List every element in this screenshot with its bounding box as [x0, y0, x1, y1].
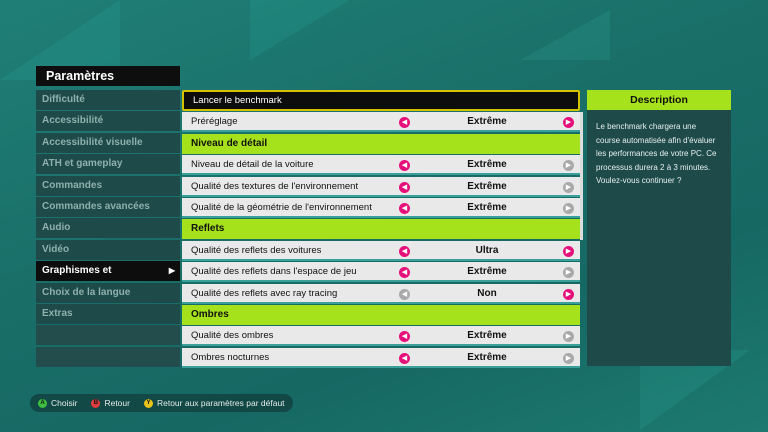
- setting-row[interactable]: Qualité des ombres ◀ Extrême ▶: [182, 326, 580, 347]
- arrow-right-icon[interactable]: ▶: [563, 267, 574, 279]
- setting-label: Ombres nocturnes: [191, 351, 270, 363]
- arrow-left-icon[interactable]: ◀: [399, 331, 410, 343]
- arrow-left-icon[interactable]: ◀: [399, 181, 410, 193]
- setting-value: Extrême: [467, 180, 507, 192]
- sidebar-item[interactable]: Extras: [36, 303, 180, 324]
- setting-label: Qualité des reflets dans l'espace de jeu: [191, 266, 357, 278]
- sidebar-empty-slot: [36, 325, 180, 346]
- sidebar-item[interactable]: ATH et gameplay: [36, 154, 180, 175]
- sidebar-item-label: Commandes: [42, 179, 103, 191]
- setting-row[interactable]: Qualité des reflets avec ray tracing ◀ Non…: [182, 283, 580, 304]
- sidebar-item-label: Difficulté: [42, 94, 85, 105]
- scrollbar[interactable]: [580, 112, 583, 240]
- setting-value: Non: [477, 287, 497, 299]
- gamepad-button-icon: B: [91, 398, 101, 408]
- settings-list: Lancer le benchmark Préréglage ◀ Extrême ▶ Ni…: [182, 90, 580, 369]
- sidebar-item-label: Vidéo: [42, 243, 70, 255]
- setting-value: Extrême: [467, 116, 507, 128]
- setting-row[interactable]: Qualité de la géométrie de l'environneme…: [182, 197, 580, 218]
- sidebar-item[interactable]: Accessibilité: [36, 111, 180, 132]
- description-panel: Description Le benchmark chargera une co…: [587, 90, 731, 366]
- footer-hint-label: Choisir: [51, 398, 78, 408]
- setting-label: Préréglage: [191, 116, 238, 128]
- arrow-right-icon[interactable]: ▶: [563, 288, 574, 300]
- setting-row[interactable]: Ombres nocturnes ◀ Extrême ▶: [182, 347, 580, 368]
- footer-hint[interactable]: A Choisir: [38, 398, 77, 408]
- arrow-left-icon[interactable]: ◀: [399, 352, 410, 364]
- arrow-right-icon[interactable]: ▶: [563, 160, 574, 172]
- sidebar-item-label: Audio: [42, 222, 71, 234]
- arrow-left-icon[interactable]: ◀: [399, 160, 410, 172]
- chevron-right-icon: ▶: [168, 266, 175, 276]
- arrow-left-icon[interactable]: ◀: [399, 245, 410, 257]
- arrow-right-icon[interactable]: ▶: [563, 245, 574, 257]
- arrow-right-icon[interactable]: ▶: [563, 181, 574, 193]
- setting-row[interactable]: Qualité des reflets dans l'espace de jeu…: [182, 262, 580, 283]
- setting-label: Reflets: [191, 223, 225, 235]
- setting-value: Extrême: [467, 351, 507, 363]
- setting-label: Qualité des reflets avec ray tracing: [191, 287, 338, 299]
- sidebar-empty-slot: [36, 346, 180, 367]
- footer-hint-label: Retour: [104, 398, 130, 408]
- arrow-right-icon[interactable]: ▶: [563, 331, 574, 343]
- arrow-left-icon[interactable]: ◀: [399, 267, 410, 279]
- setting-label: Qualité des ombres: [191, 330, 274, 342]
- gamepad-button-icon: A: [38, 398, 47, 408]
- setting-label: Ombres: [191, 308, 229, 320]
- sidebar-item-label: Extras: [42, 307, 73, 319]
- setting-label: Lancer le benchmark: [193, 95, 282, 106]
- setting-label: Niveau de détail de la voiture: [191, 159, 314, 171]
- arrow-right-icon[interactable]: ▶: [563, 352, 574, 364]
- button-hints: A Choisir B Retour Y Retour aux paramètres pa…: [30, 394, 293, 412]
- arrow-right-icon[interactable]: ▶: [563, 202, 574, 214]
- setting-value: Extrême: [467, 201, 507, 213]
- sidebar-item[interactable]: Audio: [36, 218, 180, 239]
- setting-label: Qualité de la géométrie de l'environneme…: [191, 201, 372, 213]
- footer-hint-label: Retour aux paramètres par défaut: [156, 398, 285, 408]
- sidebar-item[interactable]: Commandes: [36, 175, 180, 196]
- sidebar-item[interactable]: Vidéo: [36, 239, 180, 260]
- setting-row[interactable]: Qualité des reflets des voitures ◀ Ultra ▶: [182, 240, 580, 261]
- gamepad-button-icon: Y: [143, 398, 153, 408]
- setting-value: Extrême: [467, 330, 507, 342]
- sidebar-item-label: ATH et gameplay: [42, 158, 123, 170]
- section-header: Ombres: [182, 304, 580, 325]
- setting-value: Extrême: [467, 159, 507, 171]
- setting-label: Qualité des textures de l'environnement: [191, 180, 359, 192]
- arrow-left-icon[interactable]: ◀: [399, 202, 410, 214]
- sidebar-item-label: Accessibilité: [42, 115, 104, 127]
- bg-decoration: [250, 0, 350, 60]
- page-title: Paramètres: [36, 66, 180, 86]
- sidebar-item[interactable]: Graphismes et performances▶: [36, 261, 180, 296]
- setting-label: Qualité des reflets des voitures: [191, 244, 322, 256]
- setting-label: Niveau de détail: [191, 137, 268, 149]
- benchmark-button[interactable]: Lancer le benchmark: [182, 90, 580, 111]
- sidebar-item[interactable]: Accessibilité visuelle: [36, 132, 180, 153]
- arrow-left-icon[interactable]: ◀: [399, 117, 410, 129]
- arrow-right-icon[interactable]: ▶: [563, 117, 574, 129]
- bg-decoration: [520, 10, 610, 60]
- sidebar-menu: Difficulté Accessibilité Accessibilité vis…: [36, 90, 180, 368]
- sidebar-item[interactable]: Difficulté: [36, 90, 180, 110]
- section-header: Reflets: [182, 219, 580, 240]
- description-title: Description: [587, 90, 731, 110]
- sidebar-item[interactable]: Commandes avancées: [36, 196, 180, 217]
- setting-row[interactable]: Niveau de détail de la voiture ◀ Extrême ▶: [182, 155, 580, 176]
- setting-value: Ultra: [475, 244, 499, 256]
- sidebar-item-label: Accessibilité visuelle: [42, 136, 143, 148]
- setting-row[interactable]: Préréglage ◀ Extrême ▶: [182, 112, 580, 133]
- setting-row[interactable]: Qualité des textures de l'environnement ◀…: [182, 176, 580, 197]
- arrow-left-icon[interactable]: ◀: [399, 288, 410, 300]
- sidebar-item-label: Commandes avancées: [42, 200, 150, 212]
- setting-value: Extrême: [467, 266, 507, 278]
- footer-hint[interactable]: Y Retour aux paramètres par défaut: [143, 398, 285, 408]
- footer-hint[interactable]: B Retour: [91, 398, 130, 408]
- description-text: Le benchmark chargera une course automat…: [596, 122, 717, 185]
- section-header: Niveau de détail: [182, 133, 580, 154]
- sidebar-item[interactable]: Choix de la langue: [36, 282, 180, 303]
- sidebar-item-label: Choix de la langue: [42, 286, 131, 298]
